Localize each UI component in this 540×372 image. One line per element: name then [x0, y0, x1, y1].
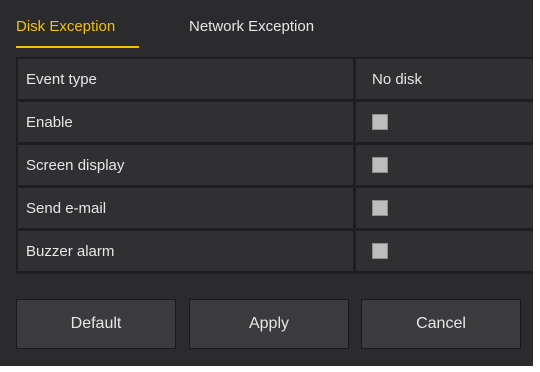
apply-button[interactable]: Apply	[189, 299, 349, 349]
buzzer-alarm-checkbox[interactable]	[372, 243, 388, 259]
row-send-email: Send e-mail	[16, 188, 533, 231]
exception-settings-panel: Disk Exception Network Exception Event t…	[0, 0, 533, 366]
screen-display-cell	[356, 145, 533, 185]
enable-label: Enable	[16, 102, 356, 142]
event-type-label: Event type	[16, 59, 356, 99]
enable-cell	[356, 102, 533, 142]
enable-checkbox[interactable]	[372, 114, 388, 130]
active-tab-indicator	[16, 46, 139, 48]
cancel-button[interactable]: Cancel	[361, 299, 521, 349]
screen-display-label: Screen display	[16, 145, 356, 185]
default-button[interactable]: Default	[16, 299, 176, 349]
settings-table: Event type No disk Enable Screen display…	[16, 57, 533, 274]
screen: Disk Exception Network Exception Event t…	[0, 0, 540, 372]
row-screen-display: Screen display	[16, 145, 533, 188]
screen-display-checkbox[interactable]	[372, 157, 388, 173]
tab-bar: Disk Exception Network Exception	[0, 0, 533, 50]
row-enable: Enable	[16, 102, 533, 145]
send-email-cell	[356, 188, 533, 228]
tab-disk-exception[interactable]: Disk Exception	[16, 18, 115, 35]
send-email-checkbox[interactable]	[372, 200, 388, 216]
tab-network-exception[interactable]: Network Exception	[189, 18, 314, 35]
row-buzzer-alarm: Buzzer alarm	[16, 231, 533, 274]
send-email-label: Send e-mail	[16, 188, 356, 228]
buzzer-alarm-cell	[356, 231, 533, 271]
event-type-value[interactable]: No disk	[356, 59, 533, 99]
buzzer-alarm-label: Buzzer alarm	[16, 231, 356, 271]
row-event-type: Event type No disk	[16, 59, 533, 102]
